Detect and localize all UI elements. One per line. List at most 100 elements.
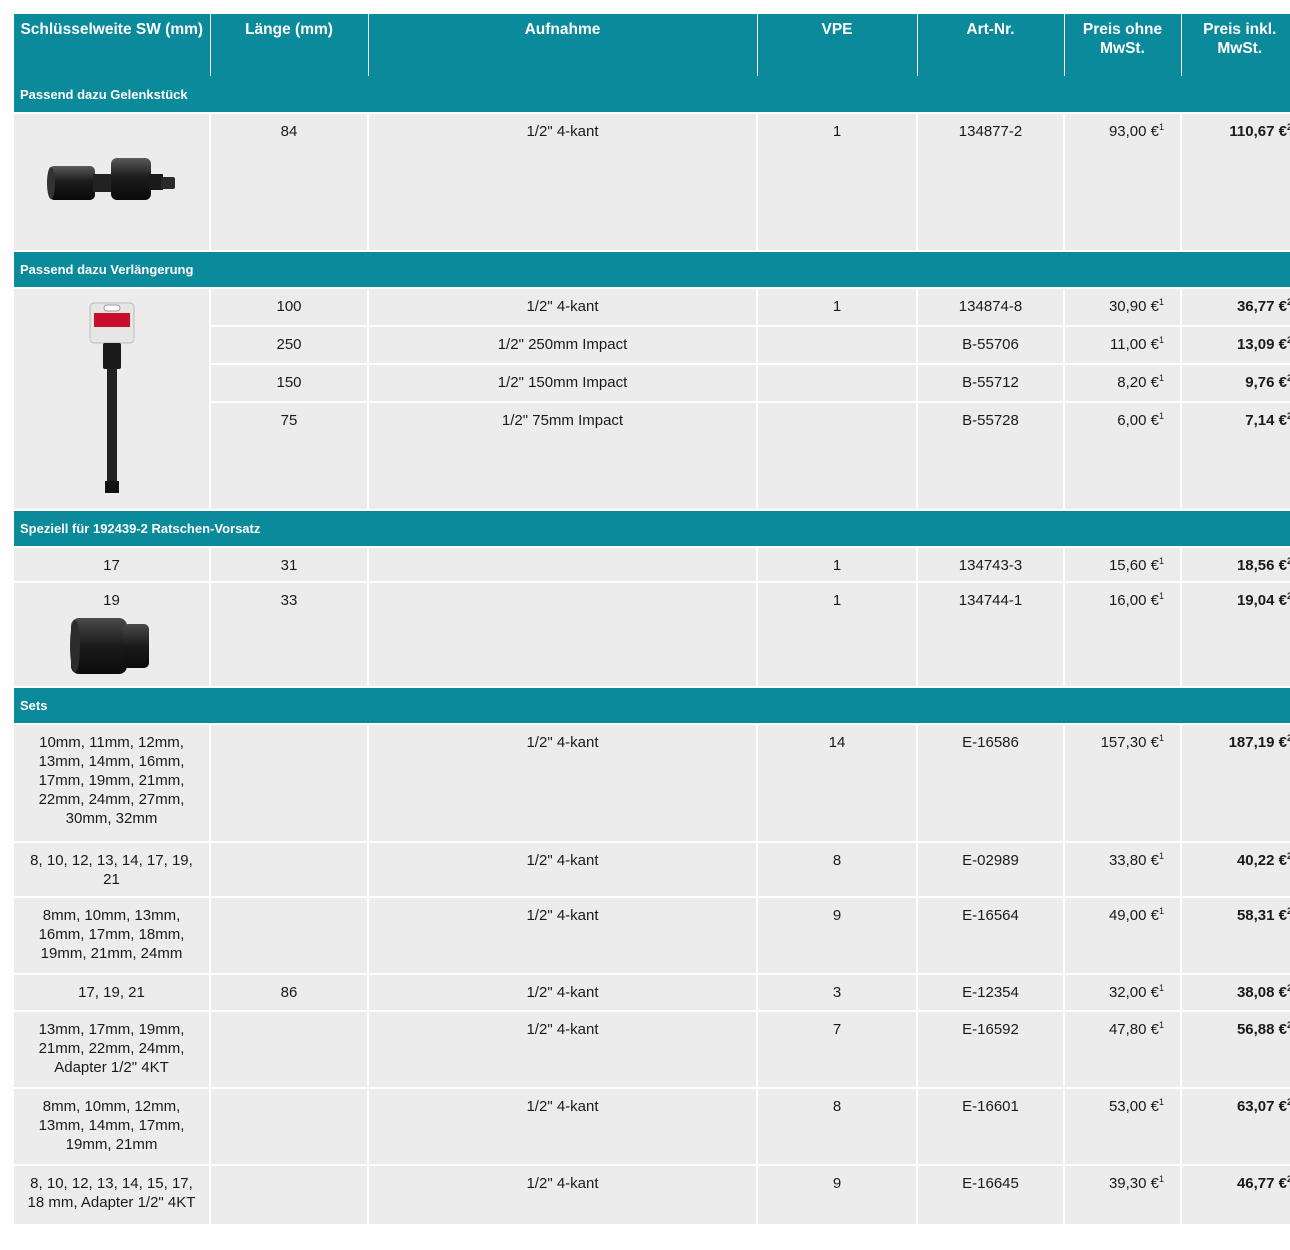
header-art-nr: Art-Nr.: [917, 14, 1065, 76]
cell-vpe-text: 8: [832, 852, 842, 869]
cell-art-nr-text: 134874-8: [958, 298, 1023, 315]
footnote-marker: 1: [1158, 1174, 1164, 1184]
table-row: 13mm, 17mm, 19mm, 21mm, 22mm, 24mm, Adap…: [14, 1011, 1290, 1089]
cell-laenge: 84: [210, 113, 369, 252]
cell-aufnahme-text: 1/2" 4-kant: [526, 852, 599, 869]
cell-schluesselweite: 10mm, 11mm, 12mm, 13mm, 14mm, 16mm, 17mm…: [14, 724, 211, 843]
cell-laenge-text: 86: [280, 984, 298, 1001]
cell-schluesselweite: 8mm, 10mm, 13mm, 16mm, 17mm, 18mm, 19mm,…: [14, 897, 211, 975]
cell-preis-ohne-mwst: 33,80 €1: [1064, 842, 1182, 898]
cell-aufnahme-text: 1/2" 4-kant: [526, 123, 599, 140]
cell-preis-inkl-mwst-text: 187,19 €: [1228, 734, 1287, 751]
cell-preis-inkl-mwst: 56,88 €2: [1181, 1011, 1290, 1089]
cell-schluesselweite: 8, 10, 12, 13, 14, 15, 17, 18 mm, Adapte…: [14, 1165, 211, 1226]
cell-vpe: 8: [757, 842, 918, 898]
cell-schluesselweite: [14, 113, 211, 252]
cell-preis-inkl-mwst: 9,76 €2: [1181, 364, 1290, 403]
section-title: Passend dazu Verlängerung: [14, 251, 1290, 289]
cell-vpe-text: 1: [832, 298, 842, 315]
cell-preis-inkl-mwst: 18,56 €2: [1181, 547, 1290, 583]
table-row: 17, 19, 21 86 1/2" 4-kant 3 E-12354 32,00 €1 3…: [14, 974, 1290, 1012]
header-laenge: Länge (mm): [210, 14, 369, 76]
cell-aufnahme: 1/2" 4-kant: [368, 113, 758, 252]
cell-laenge-text: 100: [276, 298, 302, 315]
socket-image: [20, 610, 203, 680]
cell-laenge: 86: [210, 974, 369, 1012]
sw-text: 10mm, 11mm, 12mm, 13mm, 14mm, 16mm, 17mm…: [38, 734, 185, 827]
cell-laenge: 31: [210, 547, 369, 583]
cell-preis-inkl-mwst: 13,09 €2: [1181, 326, 1290, 365]
cell-vpe-text: 9: [832, 1175, 842, 1192]
cell-art-nr: E-16564: [917, 897, 1065, 975]
cell-laenge-text: 150: [276, 374, 302, 391]
cell-preis-inkl-mwst: 40,22 €2: [1181, 842, 1290, 898]
cell-preis-inkl-mwst-text: 18,56 €: [1236, 557, 1287, 574]
section-header: Passend dazu Verlängerung: [14, 251, 1290, 289]
cell-preis-inkl-mwst-text: 9,76 €: [1245, 374, 1287, 391]
cell-preis-inkl-mwst-text: 46,77 €: [1236, 1175, 1287, 1192]
cell-preis-inkl-mwst: 46,77 €2: [1181, 1165, 1290, 1226]
cell-preis-ohne-mwst: 8,20 €1: [1064, 364, 1182, 403]
sw-text: 17: [103, 557, 120, 574]
header-preis-ohne-mwst: Preis ohne MwSt.: [1064, 14, 1182, 76]
cell-vpe-text: 14: [828, 734, 846, 751]
cell-laenge: [210, 1165, 369, 1226]
cell-preis-ohne-mwst: 11,00 €1: [1064, 326, 1182, 365]
footnote-marker: 1: [1158, 1020, 1164, 1030]
cell-preis-inkl-mwst-text: 56,88 €: [1236, 1021, 1287, 1038]
cell-preis-inkl-mwst-text: 36,77 €: [1236, 298, 1287, 315]
cell-vpe-text: 8: [832, 1098, 842, 1115]
cell-art-nr: B-55712: [917, 364, 1065, 403]
cell-preis-ohne-mwst: 15,60 €1: [1064, 547, 1182, 583]
cell-aufnahme-text: 1/2" 4-kant: [526, 298, 599, 315]
cell-preis-inkl-mwst-text: 58,31 €: [1236, 907, 1287, 924]
extension-bar-image: [20, 299, 203, 499]
cell-preis-inkl-mwst: 36,77 €2: [1181, 288, 1290, 327]
cell-preis-ohne-mwst-text: 93,00 €: [1108, 123, 1159, 140]
header-vpe: VPE: [757, 14, 918, 76]
cell-laenge: [210, 897, 369, 975]
cell-art-nr-text: E-16586: [962, 734, 1019, 751]
cell-schluesselweite: 17, 19, 21: [14, 974, 211, 1012]
cell-laenge: 33: [210, 582, 369, 688]
footnote-marker: 1: [1158, 373, 1164, 383]
cell-art-nr: B-55728: [917, 402, 1065, 511]
cell-art-nr-text: E-16645: [962, 1175, 1019, 1192]
section-title: Sets: [14, 687, 1290, 725]
cell-art-nr: E-16645: [917, 1165, 1065, 1226]
cell-art-nr-text: E-02989: [962, 852, 1019, 869]
cell-laenge-text: 75: [280, 412, 298, 429]
cell-schluesselweite: 8, 10, 12, 13, 14, 17, 19, 21: [14, 842, 211, 898]
cell-vpe-text: 1: [832, 123, 842, 140]
cell-laenge: [210, 724, 369, 843]
header-aufnahme: Aufnahme: [368, 14, 758, 76]
cell-aufnahme: 1/2" 4-kant: [368, 842, 758, 898]
cell-vpe: 9: [757, 897, 918, 975]
price-table: Schlüsselweite SW (mm) Länge (mm) Aufnah…: [14, 14, 1290, 1226]
cell-preis-inkl-mwst: 187,19 €2: [1181, 724, 1290, 843]
cell-art-nr-text: E-16564: [962, 907, 1019, 924]
cell-laenge-text: 84: [280, 123, 298, 140]
cell-art-nr: E-16586: [917, 724, 1065, 843]
cell-preis-inkl-mwst-text: 7,14 €: [1245, 412, 1287, 429]
cell-aufnahme: [368, 582, 758, 688]
header-schluesselweite: Schlüsselweite SW (mm): [14, 14, 211, 76]
cell-preis-ohne-mwst-text: 30,90 €: [1108, 298, 1159, 315]
cell-aufnahme-text: 1/2" 150mm Impact: [497, 374, 628, 391]
cell-vpe: 8: [757, 1088, 918, 1166]
cell-vpe: [757, 402, 918, 511]
cell-schluesselweite: 13mm, 17mm, 19mm, 21mm, 22mm, 24mm, Adap…: [14, 1011, 211, 1089]
cell-preis-ohne-mwst-text: 39,30 €: [1108, 1175, 1159, 1192]
cell-preis-ohne-mwst: 93,00 €1: [1064, 113, 1182, 252]
cell-preis-ohne-mwst: 157,30 €1: [1064, 724, 1182, 843]
table-row: 19 33 1 134744-1 16,00 €1 19,04 €2: [14, 582, 1290, 688]
cell-schluesselweite: 19: [14, 582, 211, 688]
cell-laenge: 100: [210, 288, 369, 327]
cell-vpe: 3: [757, 974, 918, 1012]
footnote-marker: 1: [1158, 297, 1164, 307]
cell-laenge: 75: [210, 402, 369, 511]
section-title: Passend dazu Gelenkstück: [14, 76, 1290, 114]
table-header: Schlüsselweite SW (mm) Länge (mm) Aufnah…: [14, 14, 1290, 76]
table-row: 84 1/2" 4-kant 1 134877-2 93,00 €1 110,67 €2: [14, 113, 1290, 252]
universal-joint-image: [20, 144, 203, 214]
